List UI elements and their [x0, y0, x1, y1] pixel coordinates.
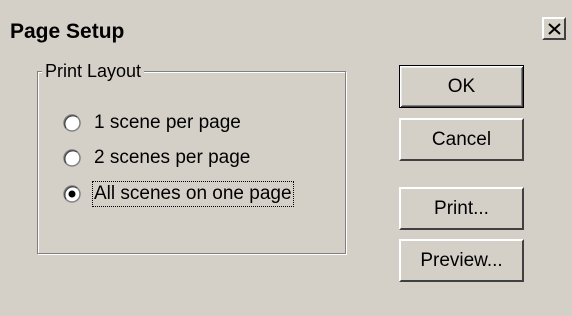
radio-button-selected-icon[interactable] [63, 185, 81, 203]
page-setup-dialog: Page Setup Print Layout 1 scene per page… [0, 0, 572, 316]
radio-option-label: 1 scene per page [94, 112, 241, 133]
ok-button[interactable]: OK [399, 65, 524, 108]
cancel-button[interactable]: Cancel [399, 118, 524, 161]
radio-option-label: 2 scenes per page [94, 147, 251, 168]
close-button[interactable] [542, 17, 566, 40]
radio-option-1-scene[interactable]: 1 scene per page [63, 110, 241, 136]
radio-button-icon[interactable] [63, 114, 81, 132]
print-button[interactable]: Print... [399, 187, 524, 230]
radio-option-label: All scenes on one page [92, 181, 294, 207]
print-layout-label: Print Layout [42, 61, 145, 81]
dialog-title: Page Setup [10, 20, 125, 43]
radio-option-2-scenes[interactable]: 2 scenes per page [63, 145, 250, 171]
radio-option-all-scenes[interactable]: All scenes on one page [63, 181, 294, 207]
preview-button[interactable]: Preview... [399, 239, 524, 282]
close-icon [548, 23, 561, 35]
radio-button-icon[interactable] [63, 149, 81, 167]
